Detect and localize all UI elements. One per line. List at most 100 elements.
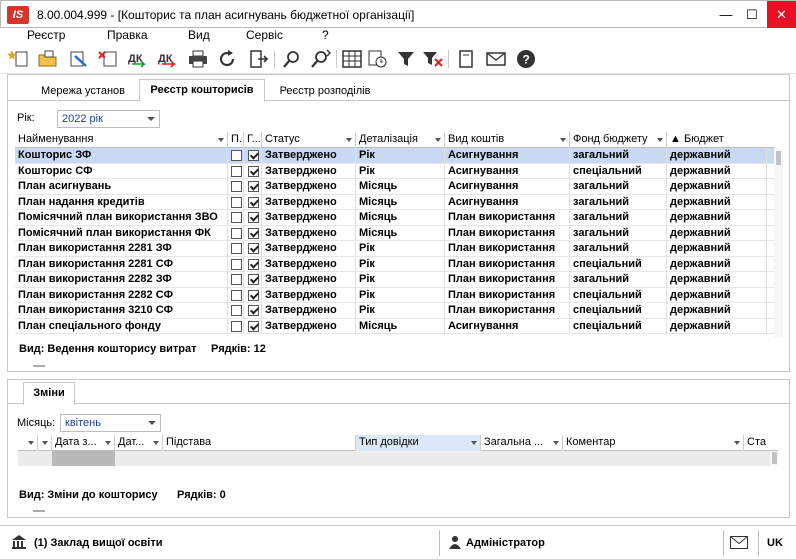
col-status[interactable]: Статус [262,132,356,148]
refresh-icon[interactable] [216,48,240,70]
new-doc-icon[interactable] [7,48,32,70]
mail-icon[interactable] [730,536,748,549]
table-row[interactable]: План асигнувань Затверджено Місяць Асигнува… [15,179,774,195]
col-empty[interactable] [38,435,52,451]
resize-grip[interactable] [33,365,45,367]
checkbox-g[interactable] [248,320,259,332]
title-bar: IS 8.00.004.999 - [Кошторис та план асиг… [0,0,796,28]
checkbox-g[interactable] [248,243,259,254]
tab-distributions-registry[interactable]: Реєстр розподілів [270,83,380,101]
col-kind[interactable]: Вид коштів [445,132,570,148]
col-certificate-type[interactable]: Тип довідки [356,435,481,451]
table-row[interactable]: Помісячний план використання ФК Затвердже… [15,225,774,241]
checkbox-p[interactable] [231,243,242,254]
table-row[interactable]: План використання 2281 СФ Затверджено Рік П… [15,256,774,272]
checkbox-p[interactable] [231,305,242,316]
edit-doc-icon[interactable] [66,48,90,70]
checkbox-g[interactable] [248,274,259,285]
search-next-icon[interactable] [308,48,332,70]
checkbox-p[interactable] [231,196,242,208]
col-g[interactable]: Г... [244,132,262,148]
checkbox-p[interactable] [231,181,242,192]
clear-filter-icon[interactable] [420,48,444,70]
menu-registry[interactable]: Реєстр [27,28,65,42]
checkbox-p[interactable] [231,258,242,270]
col-name[interactable]: Найменування [15,132,228,148]
scrollbar-thumb[interactable] [776,151,781,165]
menu-edit[interactable]: Правка [107,28,148,42]
mail-icon[interactable] [484,48,508,70]
minimize-button[interactable]: — [713,1,739,28]
user-name[interactable]: Адміністратор [466,537,545,549]
col-comment[interactable]: Коментар [563,435,744,451]
col-state[interactable]: Ста [744,435,778,451]
table-row[interactable]: План спеціального фонду Затверджено Місяць… [15,318,774,334]
checkbox-cell-p [228,163,244,179]
col-p[interactable]: П... [228,132,244,148]
table-row[interactable]: План використання 2281 ЗФ Затверджено Рік П… [15,241,774,257]
table-row[interactable]: План використання 2282 ЗФ Затверджено Рік П… [15,272,774,288]
checkbox-p[interactable] [231,212,242,223]
table-row[interactable]: Кошторис ЗФ Затверджено Рік Асигнування зага… [15,148,774,164]
col-detail[interactable]: Деталізація [356,132,445,148]
table-row[interactable]: Помісячний план використання ЗВО Затвердж… [15,210,774,226]
checkbox-g[interactable] [248,212,259,223]
organization-name[interactable]: (1) Заклад вищої освіти [34,537,162,549]
tab-institutions[interactable]: Мережа установ [28,83,138,101]
month-select[interactable]: квітень [60,414,161,432]
table-row[interactable]: План надання кредитів Затверджено Місяць Ас… [15,194,774,210]
checkbox-p[interactable] [231,165,242,177]
debit-credit-red-icon[interactable]: ДК [156,48,180,70]
checkbox-p[interactable] [231,320,242,332]
col-budget[interactable]: ▲ Бюджет [667,132,767,148]
changes-vertical-scrollbar[interactable] [770,451,778,466]
document-icon[interactable] [454,48,478,70]
filter-icon[interactable] [394,48,418,70]
checkbox-p[interactable] [231,274,242,285]
menu-view[interactable]: Вид [188,28,210,42]
debit-credit-icon[interactable]: ДК [126,48,150,70]
col-fund[interactable]: Фонд бюджету [570,132,667,148]
exit-icon[interactable] [246,48,270,70]
search-icon[interactable] [280,48,304,70]
language-indicator[interactable]: UK [767,537,783,549]
checkbox-g[interactable] [248,258,259,270]
checkbox-cell-g [244,225,262,241]
checkbox-p[interactable] [231,150,242,161]
delete-doc-icon[interactable] [96,48,120,70]
menu-help[interactable]: ? [322,28,329,42]
open-folder-icon[interactable] [36,48,60,70]
cell-name: Помісячний план використання ФК [15,225,228,241]
table-icon[interactable] [340,48,364,70]
checkbox-g[interactable] [248,196,259,208]
scrollbar-thumb[interactable] [772,452,777,464]
print-icon[interactable] [186,48,210,70]
table-row[interactable]: План використання 2282 СФ Затверджено Рік П… [15,287,774,303]
close-button[interactable]: ✕ [767,1,796,28]
col-marker[interactable] [18,435,38,451]
col-date[interactable]: Дат... [115,435,163,451]
checkbox-g[interactable] [248,227,259,239]
focused-cell [52,451,115,466]
col-date-from[interactable]: Дата з... [52,435,115,451]
tab-changes[interactable]: Зміни [23,382,75,405]
checkbox-g[interactable] [248,150,259,161]
col-total[interactable]: Загальна ... [481,435,563,451]
menu-service[interactable]: Сервіс [246,28,283,42]
table-row[interactable]: План використання 3210 СФ Затверджено Рік П… [15,303,774,319]
col-basis[interactable]: Підстава [163,435,356,451]
tab-estimates-registry[interactable]: Реєстр кошторисів [139,79,265,102]
checkbox-g[interactable] [248,305,259,316]
checkbox-g[interactable] [248,165,259,177]
checkbox-g[interactable] [248,181,259,192]
table-row[interactable]: Кошторис СФ Затверджено Рік Асигнування спец… [15,163,774,179]
year-select[interactable]: 2022 рік [57,110,160,128]
vertical-scrollbar[interactable] [774,148,783,338]
checkbox-g[interactable] [248,289,259,301]
resize-grip[interactable] [33,510,45,512]
help-icon[interactable]: ? [514,48,538,70]
checkbox-p[interactable] [231,289,242,301]
calendar-clock-icon[interactable] [366,48,390,70]
checkbox-p[interactable] [231,227,242,239]
maximize-button[interactable]: ☐ [739,1,765,28]
